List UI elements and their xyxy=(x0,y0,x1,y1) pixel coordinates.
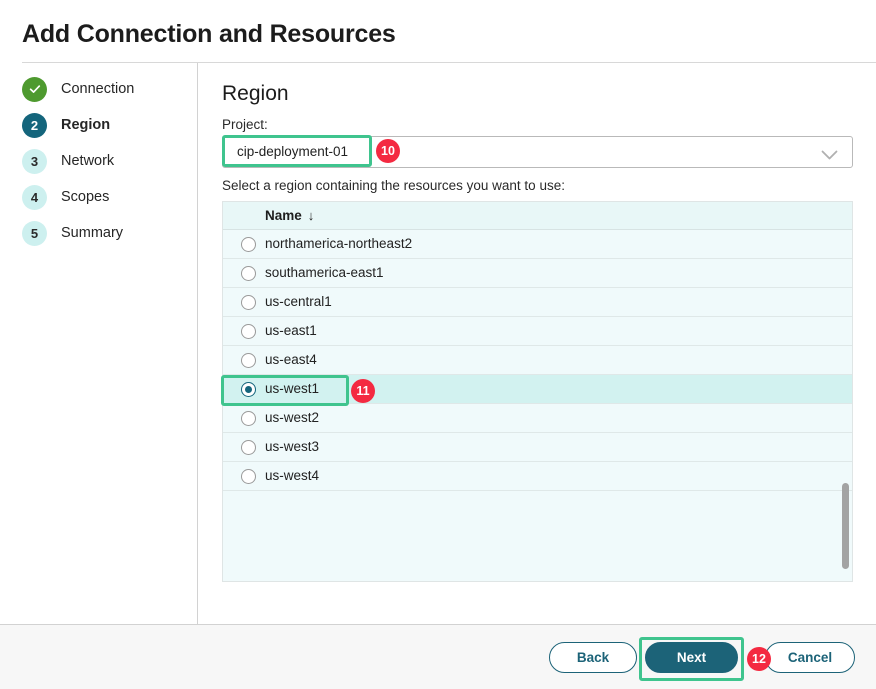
region-name-label: us-east4 xyxy=(265,352,317,367)
sidebar-step-label: Scopes xyxy=(61,189,109,205)
region-table-header: Name ↓ xyxy=(223,202,852,230)
region-row-list: northamerica-northeast2 southamerica-east… xyxy=(223,230,852,491)
section-title: Region xyxy=(222,82,289,106)
sidebar-step-summary[interactable]: 5 Summary xyxy=(22,220,123,246)
region-row-us-west3[interactable]: us-west3 xyxy=(223,433,852,462)
check-icon xyxy=(22,77,47,102)
region-row-us-west2[interactable]: us-west2 xyxy=(223,404,852,433)
sidebar-step-label: Region xyxy=(61,117,110,133)
sidebar-step-region[interactable]: 2 Region xyxy=(22,112,110,138)
region-radio-us-east4[interactable] xyxy=(241,353,256,368)
project-select-value: cip-deployment-01 xyxy=(237,144,348,159)
next-button[interactable]: Next xyxy=(645,642,738,673)
main-panel: Region Project: cip-deployment-01 Select… xyxy=(198,63,876,624)
region-radio-us-west3[interactable] xyxy=(241,440,256,455)
wizard-step-sidebar: Connection 2 Region 3 Network 4 Scopes 5 Summary xyxy=(0,63,197,624)
region-name-label: us-central1 xyxy=(265,294,332,309)
region-radio-us-east1[interactable] xyxy=(241,324,256,339)
region-name-label: southamerica-east1 xyxy=(265,265,384,280)
region-radio-us-west1[interactable] xyxy=(241,382,256,397)
region-row-northamerica-northeast2[interactable]: northamerica-northeast2 xyxy=(223,230,852,259)
project-label: Project: xyxy=(222,117,268,132)
step-number-badge: 3 xyxy=(22,149,47,174)
region-row-us-east4[interactable]: us-east4 xyxy=(223,346,852,375)
region-table-scrollbar-thumb[interactable] xyxy=(842,483,849,569)
page-title: Add Connection and Resources xyxy=(22,20,396,49)
step-number-badge: 5 xyxy=(22,221,47,246)
sort-descending-icon: ↓ xyxy=(308,208,315,223)
region-table: Name ↓ northamerica-northeast2 southameric… xyxy=(222,201,853,582)
region-radio-us-west2[interactable] xyxy=(241,411,256,426)
sidebar-step-network[interactable]: 3 Network xyxy=(22,148,114,174)
region-table-filler-row xyxy=(223,491,852,520)
cancel-button[interactable]: Cancel xyxy=(765,642,855,673)
select-region-caption: Select a region containing the resources… xyxy=(222,178,565,193)
sidebar-step-label: Connection xyxy=(61,81,134,97)
region-name-label: us-west1 xyxy=(265,381,319,396)
dialog-footer: Back Next Cancel xyxy=(0,625,876,689)
sidebar-step-label: Summary xyxy=(61,225,123,241)
region-name-label: us-west3 xyxy=(265,439,319,454)
region-name-label: us-east1 xyxy=(265,323,317,338)
add-connection-wizard-dialog: Add Connection and Resources Connection 2… xyxy=(0,0,876,689)
step-number-badge: 2 xyxy=(22,113,47,138)
region-radio-dot xyxy=(245,386,252,393)
chevron-down-icon xyxy=(821,148,838,166)
region-name-label: us-west4 xyxy=(265,468,319,483)
back-button[interactable]: Back xyxy=(549,642,637,673)
column-header-name[interactable]: Name ↓ xyxy=(265,208,314,223)
region-name-label: us-west2 xyxy=(265,410,319,425)
sidebar-step-connection[interactable]: Connection xyxy=(22,76,134,102)
region-row-us-central1[interactable]: us-central1 xyxy=(223,288,852,317)
region-name-label: northamerica-northeast2 xyxy=(265,236,412,251)
column-header-name-label: Name xyxy=(265,208,302,223)
region-row-southamerica-east1[interactable]: southamerica-east1 xyxy=(223,259,852,288)
region-radio-southamerica-east1[interactable] xyxy=(241,266,256,281)
project-select[interactable]: cip-deployment-01 xyxy=(222,136,853,168)
step-number-badge: 4 xyxy=(22,185,47,210)
sidebar-step-scopes[interactable]: 4 Scopes xyxy=(22,184,109,210)
region-radio-us-central1[interactable] xyxy=(241,295,256,310)
region-row-us-west1[interactable]: us-west1 xyxy=(223,375,852,404)
region-row-us-east1[interactable]: us-east1 xyxy=(223,317,852,346)
region-row-us-west4[interactable]: us-west4 xyxy=(223,462,852,491)
sidebar-step-label: Network xyxy=(61,153,114,169)
region-radio-northamerica-northeast2[interactable] xyxy=(241,237,256,252)
region-radio-us-west4[interactable] xyxy=(241,469,256,484)
